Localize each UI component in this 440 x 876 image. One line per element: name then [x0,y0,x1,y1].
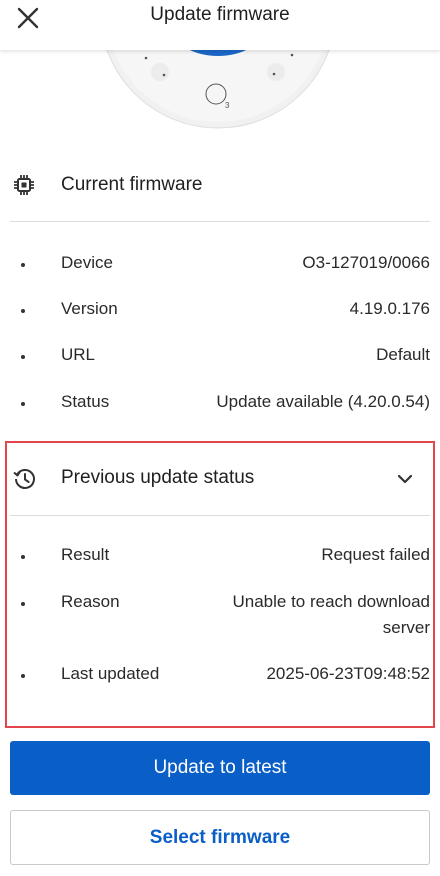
version-value: 4.19.0.176 [349,299,430,318]
bullet [21,402,25,406]
reason-label: Reason [61,592,120,611]
current-firmware-header: Current firmware [10,166,430,206]
bullet [21,555,25,559]
device-image: 3 [0,50,440,140]
divider [10,221,430,222]
chevron-down-icon[interactable] [396,470,414,493]
result-label: Result [61,545,110,564]
device-value: O3-127019/0066 [302,253,430,272]
list-item-reason: Reason Unable to reach download server [10,592,430,646]
bullet [21,309,25,313]
chip-icon [12,173,36,202]
status-value: Update available (4.20.0.54) [216,392,430,411]
version-label: Version [61,299,118,318]
history-icon [12,466,38,497]
page-title: Update firmware [150,4,290,25]
bullet [21,355,25,359]
previous-update-title: Previous update status [61,467,255,488]
url-value: Default [376,345,430,364]
url-label: URL [61,345,96,364]
divider [10,515,430,516]
last-updated-label: Last updated [61,664,160,683]
device-label: Device [61,253,113,272]
select-firmware-button[interactable]: Select firmware [10,810,430,865]
bullet [21,674,25,678]
bullet [21,263,25,267]
previous-update-header[interactable]: Previous update status [10,459,430,499]
update-to-latest-button[interactable]: Update to latest [10,741,430,795]
current-firmware-title: Current firmware [61,174,203,195]
status-label: Status [61,392,110,411]
result-value: Request failed [321,545,430,564]
last-updated-value: 2025-06-23T09:48:52 [266,664,430,683]
reason-value-line2: server [382,618,430,637]
reason-value-line1: Unable to reach download [232,592,430,611]
bullet [21,602,25,606]
top-app-bar: Update firmware [0,0,440,50]
device-model-label: 3 [225,101,230,110]
